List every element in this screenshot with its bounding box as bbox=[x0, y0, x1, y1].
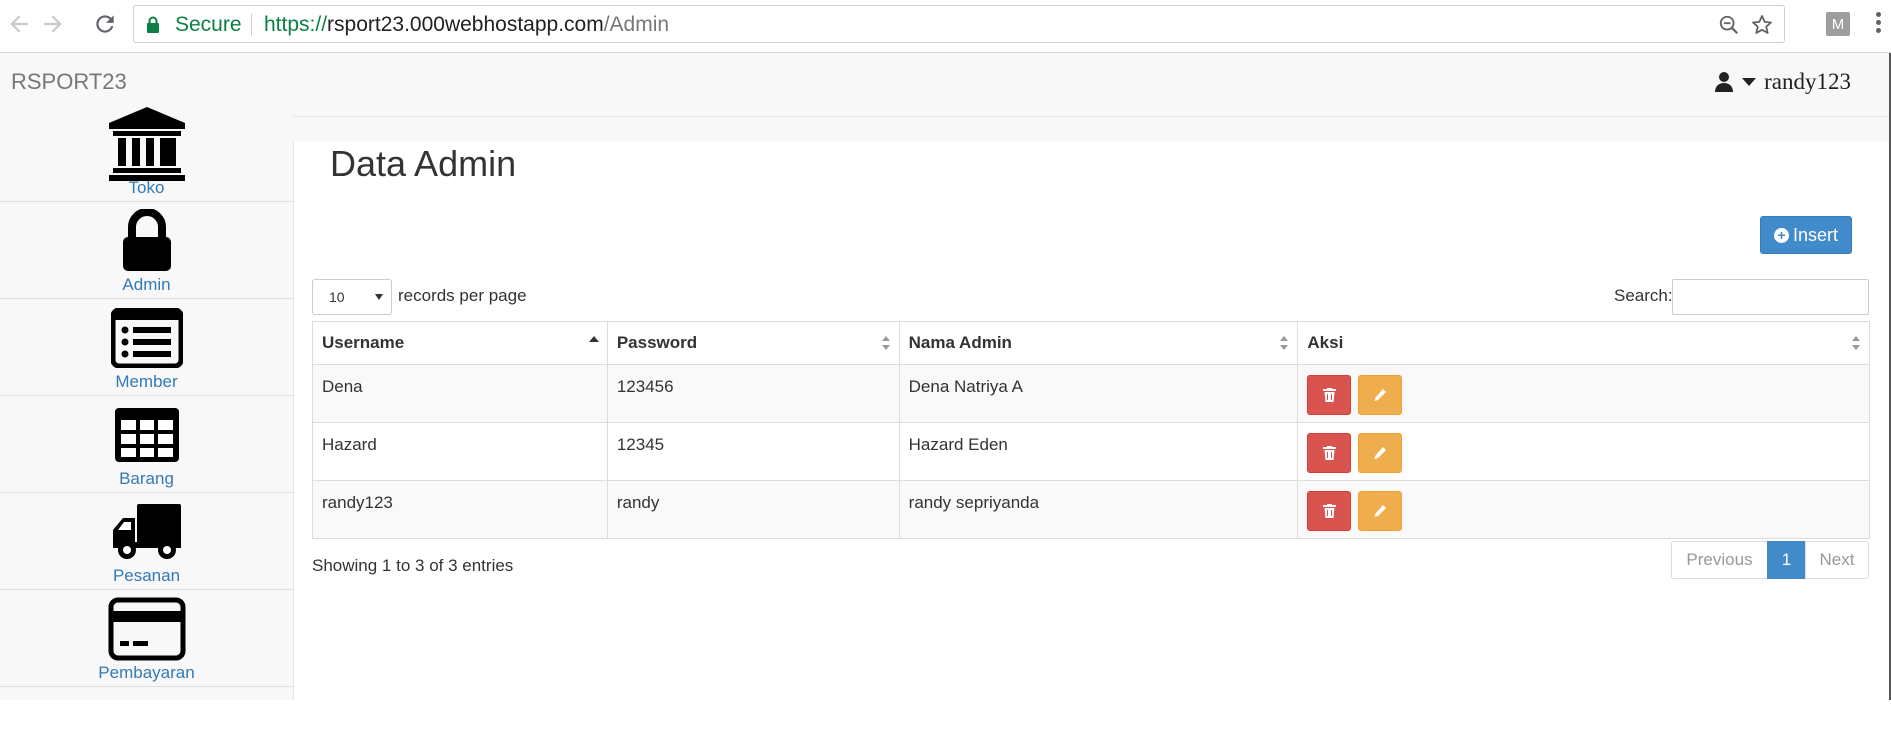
divider bbox=[293, 116, 1889, 117]
brand-logo[interactable]: RSPORT23 bbox=[11, 69, 127, 95]
sort-icon bbox=[881, 336, 890, 350]
pencil-icon bbox=[1374, 505, 1387, 517]
column-header-aksi[interactable]: Aksi bbox=[1297, 321, 1870, 365]
column-header-password[interactable]: Password bbox=[606, 321, 900, 365]
select-arrow-icon bbox=[375, 294, 383, 300]
sidebar-item-barang[interactable]: Barang bbox=[0, 396, 293, 493]
page-length-value: 10 bbox=[329, 289, 345, 305]
reload-icon[interactable] bbox=[92, 11, 118, 37]
insert-button[interactable]: + Insert bbox=[1760, 216, 1852, 254]
sidebar-item-label: Member bbox=[115, 372, 178, 391]
url-text[interactable]: https://rsport23.000webhostapp.com/Admin bbox=[264, 13, 669, 37]
sidebar: Toko Admin Member Barang Pesanan Pembaya… bbox=[0, 105, 293, 687]
pagination-next[interactable]: Next bbox=[1805, 541, 1869, 579]
sidebar-item-pesanan[interactable]: Pesanan bbox=[0, 493, 293, 590]
cell-username: randy123 bbox=[312, 480, 608, 539]
delete-button[interactable] bbox=[1307, 491, 1352, 531]
sort-asc-icon bbox=[588, 336, 599, 342]
plus-circle-icon: + bbox=[1773, 227, 1789, 243]
sidebar-item-label: Toko bbox=[128, 178, 165, 197]
zoom-out-icon[interactable] bbox=[1718, 14, 1740, 36]
sidebar-item-label: Barang bbox=[119, 469, 174, 488]
list-alt-icon bbox=[110, 308, 183, 368]
column-header-username[interactable]: Username bbox=[312, 321, 608, 365]
cell-actions bbox=[1297, 364, 1870, 423]
search-input[interactable] bbox=[1672, 279, 1869, 315]
column-header-label: Aksi bbox=[1307, 333, 1344, 352]
column-header-label: Password bbox=[616, 333, 698, 352]
sidebar-item-pembayaran[interactable]: Pembayaran bbox=[0, 590, 293, 687]
lock-icon bbox=[122, 209, 171, 271]
cell-username: Hazard bbox=[312, 422, 608, 481]
delete-button[interactable] bbox=[1307, 433, 1352, 473]
table-row: Dena 123456 Dena Natriya A bbox=[312, 364, 1870, 423]
cell-nama-admin: Hazard Eden bbox=[898, 422, 1299, 481]
user-dropdown[interactable]: randy123 bbox=[1714, 69, 1851, 95]
divider bbox=[251, 14, 252, 36]
table-icon bbox=[114, 408, 179, 462]
user-icon bbox=[1715, 72, 1734, 92]
url-protocol: https:// bbox=[264, 13, 328, 36]
table-row: Hazard 12345 Hazard Eden bbox=[312, 422, 1870, 481]
table-row: randy123 randy randy sepriyanda bbox=[312, 480, 1870, 539]
cell-actions bbox=[1297, 480, 1870, 539]
cell-nama-admin: randy sepriyanda bbox=[898, 480, 1299, 539]
table-info: Showing 1 to 3 of 3 entries bbox=[312, 556, 514, 575]
edit-button[interactable] bbox=[1358, 433, 1403, 473]
url-path: /Admin bbox=[603, 13, 670, 36]
search-label: Search: bbox=[1614, 286, 1673, 305]
page-length-label: records per page bbox=[398, 286, 527, 305]
pagination: Previous 1 Next bbox=[1671, 541, 1869, 579]
page-length-select[interactable]: 10 bbox=[312, 279, 392, 315]
pencil-icon bbox=[1374, 389, 1387, 401]
caret-down-icon bbox=[1742, 78, 1757, 86]
trash-icon bbox=[1323, 504, 1337, 518]
truck-icon bbox=[112, 504, 181, 559]
table-header-row: Username Password Nama Admin Aksi bbox=[312, 321, 1870, 365]
column-header-label: Username bbox=[322, 333, 405, 352]
page-title: Data Admin bbox=[330, 143, 517, 184]
main-content: Data Admin + Insert 10 records per page … bbox=[294, 141, 1889, 700]
sidebar-item-toko[interactable]: Toko bbox=[0, 105, 293, 202]
edit-button[interactable] bbox=[1358, 375, 1403, 415]
cell-password: 123456 bbox=[606, 364, 900, 423]
address-bar[interactable]: Secure https://rsport23.000webhostapp.co… bbox=[133, 5, 1785, 43]
delete-button[interactable] bbox=[1307, 375, 1352, 415]
sidebar-item-label: Admin bbox=[122, 275, 171, 294]
credit-card-icon bbox=[108, 597, 185, 661]
pagination-previous[interactable]: Previous bbox=[1671, 541, 1768, 579]
sidebar-item-member[interactable]: Member bbox=[0, 299, 293, 396]
secure-label: Secure bbox=[175, 13, 242, 36]
cell-actions bbox=[1297, 422, 1870, 481]
url-host: rsport23.000webhostapp.com bbox=[327, 13, 604, 36]
user-name: randy123 bbox=[1764, 69, 1851, 94]
edit-button[interactable] bbox=[1358, 491, 1403, 531]
forward-icon[interactable] bbox=[40, 11, 66, 37]
sort-icon bbox=[1852, 336, 1860, 350]
bank-icon bbox=[108, 107, 185, 181]
trash-icon bbox=[1323, 388, 1337, 402]
cell-password: 12345 bbox=[606, 422, 900, 481]
profile-extension-icon[interactable]: M bbox=[1826, 12, 1850, 36]
column-header-label: Nama Admin bbox=[908, 333, 1012, 352]
browser-menu-icon[interactable] bbox=[1876, 12, 1884, 36]
secure-lock-icon bbox=[147, 16, 159, 33]
sort-icon bbox=[1280, 336, 1289, 350]
app-page: RSPORT23 randy123 Toko Admin Member Bara… bbox=[0, 53, 1891, 700]
sidebar-item-label: Pesanan bbox=[112, 566, 181, 585]
cell-username: Dena bbox=[312, 364, 608, 423]
bookmark-star-icon[interactable] bbox=[1750, 13, 1774, 37]
pencil-icon bbox=[1374, 447, 1387, 459]
sidebar-item-label: Pembayaran bbox=[98, 663, 195, 682]
pagination-page-1[interactable]: 1 bbox=[1767, 541, 1806, 579]
cell-password: randy bbox=[606, 480, 900, 539]
insert-label: Insert bbox=[1792, 224, 1839, 245]
column-header-nama-admin[interactable]: Nama Admin bbox=[898, 321, 1299, 365]
back-icon[interactable] bbox=[6, 11, 32, 37]
cell-nama-admin: Dena Natriya A bbox=[898, 364, 1299, 423]
sidebar-item-admin[interactable]: Admin bbox=[0, 202, 293, 299]
trash-icon bbox=[1323, 446, 1337, 460]
admin-table: Username Password Nama Admin Aksi Dena 1… bbox=[312, 321, 1870, 539]
browser-toolbar: Secure https://rsport23.000webhostapp.co… bbox=[0, 0, 1891, 53]
